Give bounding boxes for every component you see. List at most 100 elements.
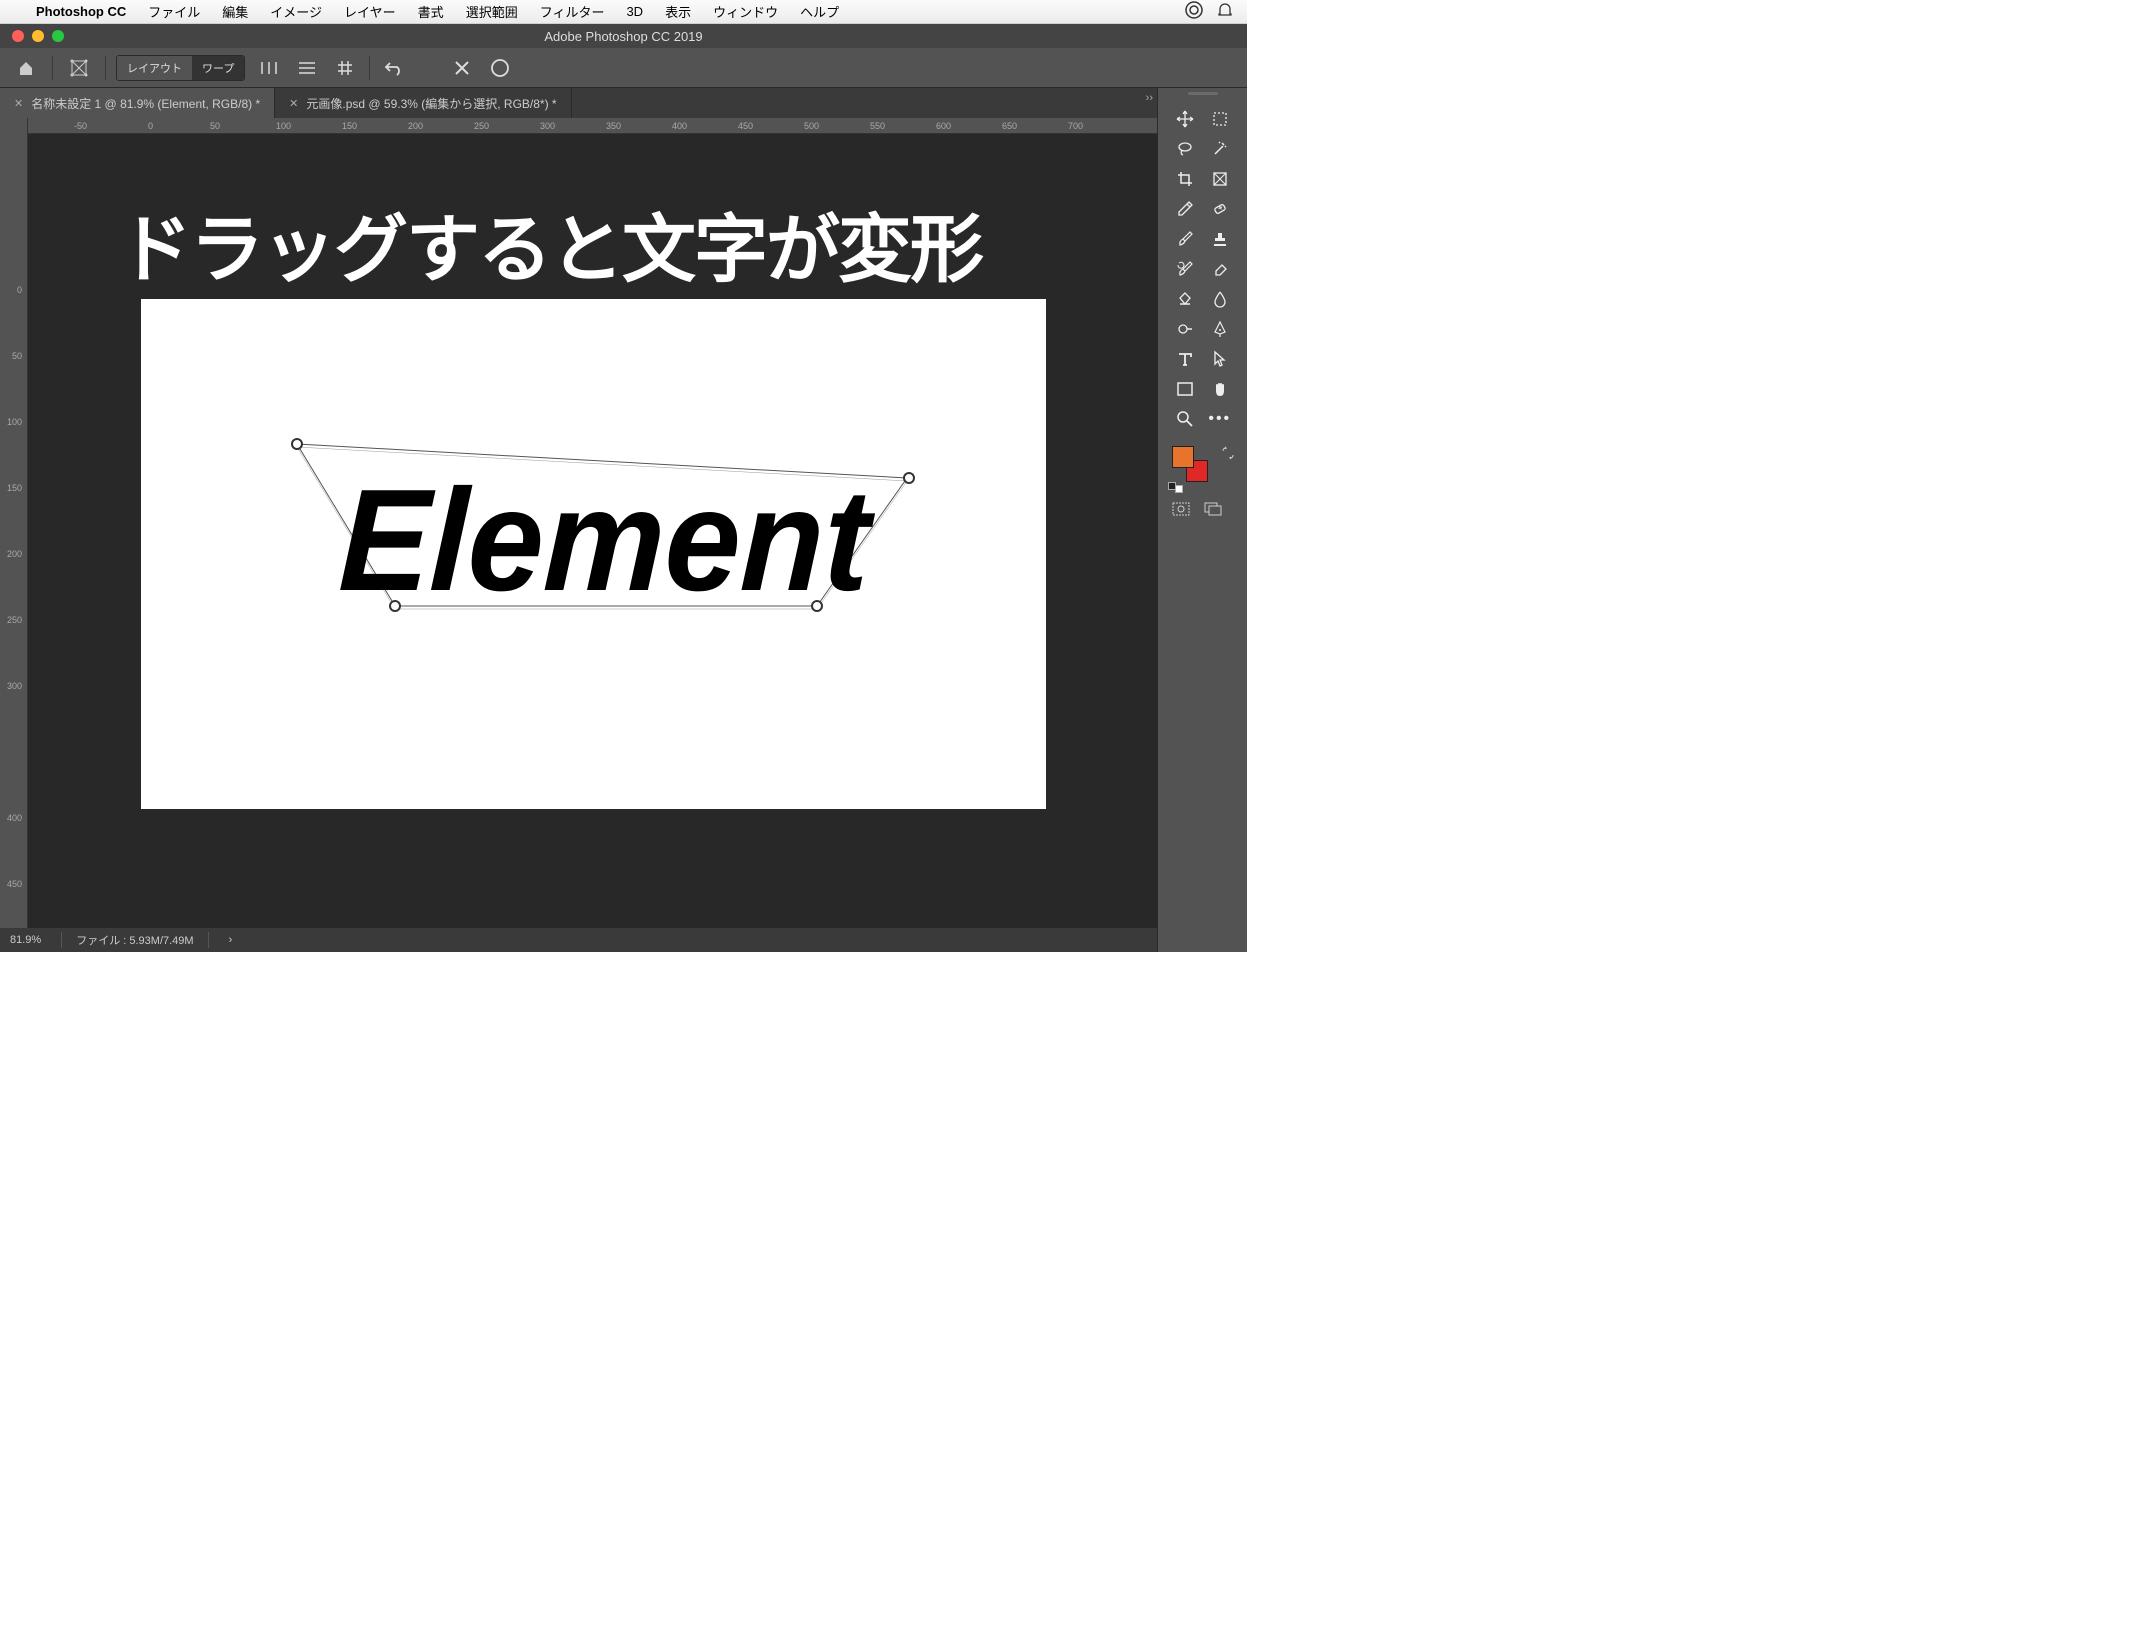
- warp-handle-bl[interactable]: [389, 600, 401, 612]
- annotation-text: ドラッグすると文字が変形: [118, 190, 982, 297]
- horizontal-ruler[interactable]: -50 0 50 100 150 200 250 300 350 400 450…: [28, 118, 1157, 134]
- ruler-tick: 400: [672, 121, 687, 131]
- separator: [52, 56, 53, 80]
- close-tab-icon[interactable]: ✕: [14, 97, 23, 110]
- hand-tool[interactable]: [1203, 374, 1238, 404]
- eraser-tool[interactable]: [1203, 254, 1238, 284]
- document-tab-1[interactable]: ✕ 名称未設定 1 @ 81.9% (Element, RGB/8) *: [0, 88, 275, 118]
- ruler-tick: 500: [804, 121, 819, 131]
- cancel-button[interactable]: [448, 54, 476, 82]
- blur-tool[interactable]: [1203, 284, 1238, 314]
- svg-text:Element: Element: [337, 459, 878, 621]
- ruler-tick: 400: [4, 814, 22, 823]
- ruler-tick: 650: [1002, 121, 1017, 131]
- menu-type[interactable]: 書式: [418, 2, 444, 21]
- menu-help[interactable]: ヘルプ: [800, 2, 839, 21]
- split-vertical-icon[interactable]: [255, 54, 283, 82]
- pen-tool[interactable]: [1203, 314, 1238, 344]
- ruler-tick: 450: [738, 121, 753, 131]
- menu-3d[interactable]: 3D: [626, 4, 643, 19]
- tab-overflow-icon[interactable]: ››: [1146, 92, 1153, 104]
- home-button[interactable]: [10, 54, 42, 82]
- layout-toggle-button[interactable]: レイアウト: [117, 56, 192, 80]
- ruler-tick: 100: [276, 121, 291, 131]
- quick-mask-icon[interactable]: [1172, 502, 1190, 521]
- split-horizontal-icon[interactable]: [293, 54, 321, 82]
- canvas-background: ドラッグすると文字が変形 ドラッグすると文字が変形 Element: [28, 134, 1157, 928]
- vertical-ruler[interactable]: 0 50 100 150 200 250 300 400 450: [0, 118, 28, 928]
- zoom-window-button[interactable]: [52, 30, 64, 42]
- ruler-tick: 150: [4, 484, 22, 493]
- type-tool[interactable]: [1168, 344, 1203, 374]
- status-bar: 81.9% ファイル : 5.93M/7.49M ›: [0, 928, 1157, 952]
- path-selection-tool[interactable]: [1203, 344, 1238, 374]
- grid-icon[interactable]: [331, 54, 359, 82]
- more-tools[interactable]: •••: [1203, 404, 1238, 434]
- warp-handle-tl[interactable]: [291, 438, 303, 450]
- ruler-tick: 50: [4, 352, 22, 361]
- color-swatches[interactable]: [1158, 440, 1247, 494]
- warp-toggle-button[interactable]: ワープ: [192, 56, 244, 80]
- menu-image[interactable]: イメージ: [270, 2, 322, 21]
- ruler-tick: 200: [4, 550, 22, 559]
- menu-edit[interactable]: 編集: [222, 2, 248, 21]
- menu-layer[interactable]: レイヤー: [344, 2, 396, 21]
- marquee-tool[interactable]: [1203, 104, 1238, 134]
- warp-handle-br[interactable]: [811, 600, 823, 612]
- move-tool[interactable]: [1168, 104, 1203, 134]
- panel-grip-icon[interactable]: [1188, 92, 1218, 95]
- ruler-tick: 300: [4, 682, 22, 691]
- swap-colors-icon[interactable]: [1221, 446, 1235, 460]
- gradient-tool[interactable]: [1168, 284, 1203, 314]
- screen-mode-icon[interactable]: [1204, 502, 1222, 521]
- tab-label: 名称未設定 1 @ 81.9% (Element, RGB/8) *: [31, 95, 260, 112]
- ruler-tick: 0: [4, 286, 22, 295]
- close-window-button[interactable]: [12, 30, 24, 42]
- crop-tool[interactable]: [1168, 164, 1203, 194]
- separator: [105, 56, 106, 80]
- puppet-warp-icon[interactable]: [63, 54, 95, 82]
- eyedropper-tool[interactable]: [1168, 194, 1203, 224]
- cc-icon[interactable]: [1185, 1, 1203, 22]
- zoom-tool[interactable]: [1168, 404, 1203, 434]
- minimize-window-button[interactable]: [32, 30, 44, 42]
- stamp-tool[interactable]: [1203, 224, 1238, 254]
- zoom-level[interactable]: 81.9%: [10, 934, 41, 946]
- notification-icon[interactable]: [1217, 2, 1233, 21]
- menu-select[interactable]: 選択範囲: [466, 2, 518, 21]
- dodge-tool[interactable]: [1168, 314, 1203, 344]
- frame-tool[interactable]: [1203, 164, 1238, 194]
- menu-view[interactable]: 表示: [665, 2, 691, 21]
- ruler-tick: 300: [540, 121, 555, 131]
- warp-text-object[interactable]: Element: [293, 440, 923, 620]
- ruler-tick: 250: [474, 121, 489, 131]
- foreground-swatch[interactable]: [1172, 446, 1194, 468]
- ruler-tick: 50: [210, 121, 220, 131]
- close-tab-icon[interactable]: ✕: [289, 97, 298, 110]
- ruler-tick: 350: [606, 121, 621, 131]
- menu-window[interactable]: ウィンドウ: [713, 2, 778, 21]
- window-titlebar: Adobe Photoshop CC 2019: [0, 24, 1247, 48]
- window-title: Adobe Photoshop CC 2019: [544, 29, 702, 44]
- ruler-tick: -50: [74, 121, 87, 131]
- magic-wand-tool[interactable]: [1203, 134, 1238, 164]
- ruler-tick: 450: [4, 880, 22, 889]
- lasso-tool[interactable]: [1168, 134, 1203, 164]
- status-chevron-icon[interactable]: ›: [229, 934, 233, 946]
- app-name[interactable]: Photoshop CC: [36, 4, 126, 19]
- rectangle-tool[interactable]: [1168, 374, 1203, 404]
- commit-button[interactable]: [486, 54, 514, 82]
- options-bar: レイアウト ワープ: [0, 48, 1247, 88]
- menu-filter[interactable]: フィルター: [540, 2, 605, 21]
- document-tab-2[interactable]: ✕ 元画像.psd @ 59.3% (編集から選択, RGB/8*) *: [275, 88, 571, 118]
- history-brush-tool[interactable]: [1168, 254, 1203, 284]
- undo-button[interactable]: [380, 54, 408, 82]
- menu-file[interactable]: ファイル: [148, 2, 200, 21]
- brush-tool[interactable]: [1168, 224, 1203, 254]
- file-size[interactable]: ファイル : 5.93M/7.49M: [61, 932, 208, 948]
- ruler-tick: 250: [4, 616, 22, 625]
- warp-handle-tr[interactable]: [903, 472, 915, 484]
- ruler-tick: 550: [870, 121, 885, 131]
- healing-brush-tool[interactable]: [1203, 194, 1238, 224]
- default-colors-icon[interactable]: [1168, 482, 1183, 493]
